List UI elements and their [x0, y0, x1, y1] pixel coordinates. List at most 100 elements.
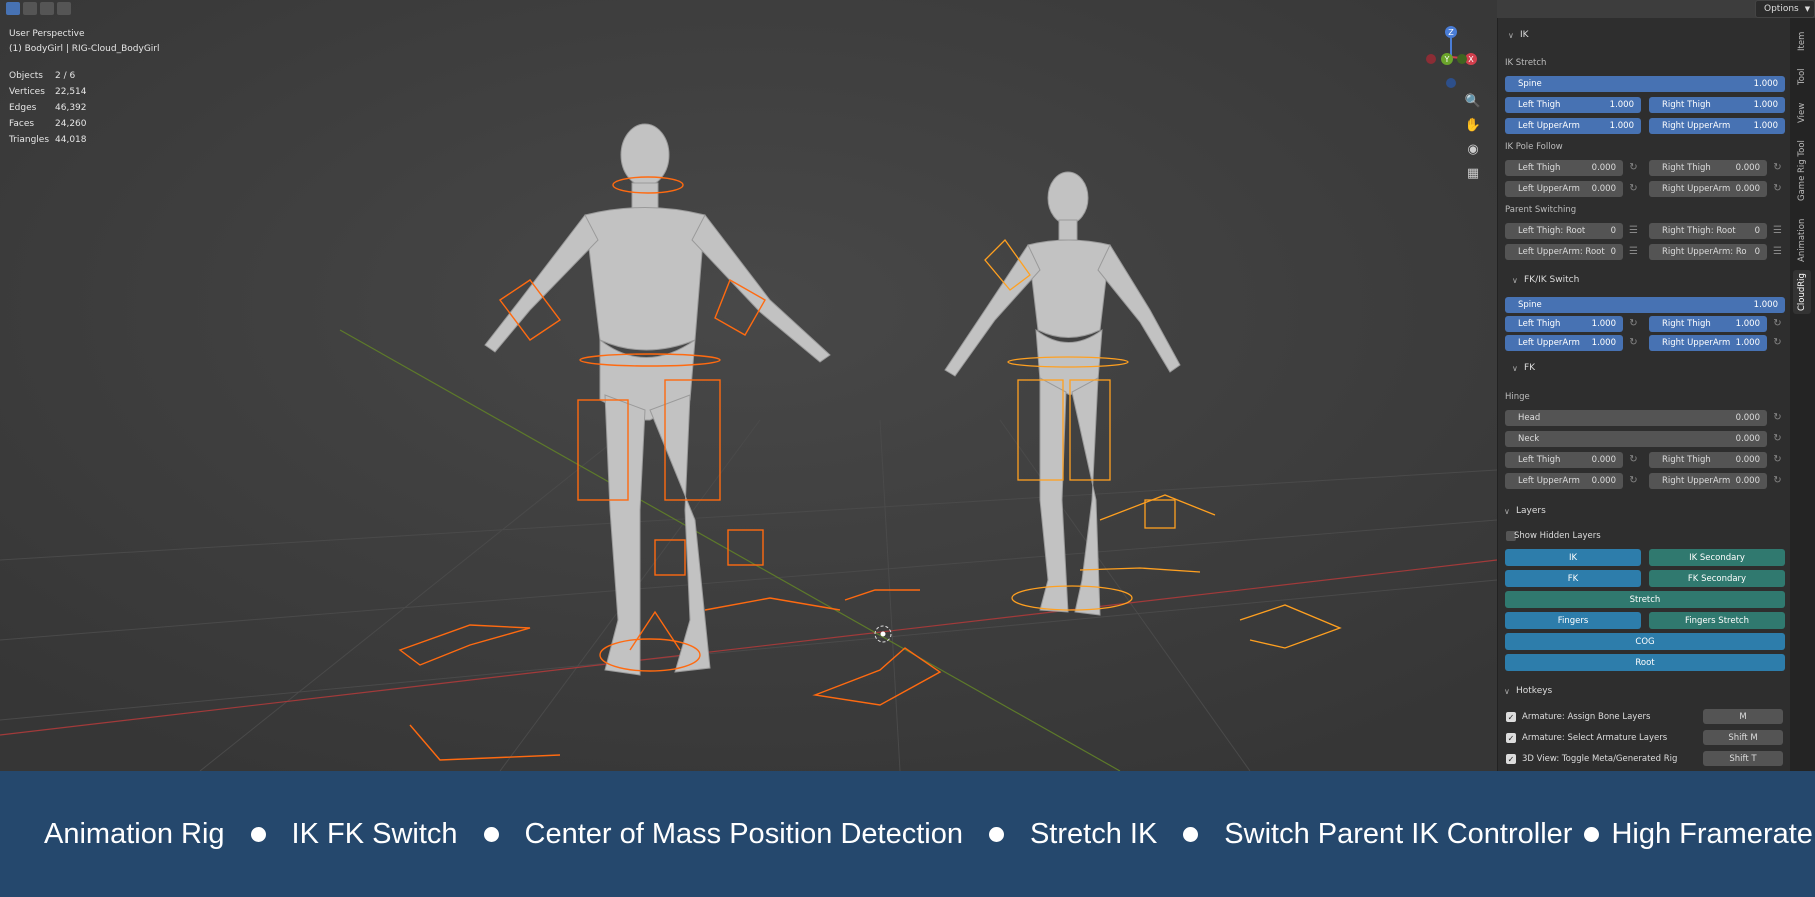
- select-intersect-icon[interactable]: [57, 2, 71, 15]
- 3d-viewport[interactable]: User Perspective (1) BodyGirl | RIG-Clou…: [0, 0, 1497, 771]
- field-value: 1.000: [1753, 79, 1778, 89]
- hotkey-binding[interactable]: Shift M: [1703, 730, 1783, 745]
- gizmo-y-label: Y: [1444, 55, 1450, 64]
- hotkey-checkbox[interactable]: ✓: [1506, 754, 1516, 764]
- tab-game-rig-tool[interactable]: Game Rig Tool: [1793, 132, 1811, 210]
- ik-stretch-left-upperarm-slider[interactable]: Left UpperArm 1.000: [1505, 118, 1641, 134]
- hinge-right-thigh-slider[interactable]: Right Thigh 0.000: [1649, 452, 1767, 468]
- field-label: Right UpperArm: [1662, 476, 1731, 486]
- layer-fingers-stretch-button[interactable]: Fingers Stretch: [1649, 612, 1785, 629]
- ik-stretch-right-thigh-slider[interactable]: Right Thigh 1.000: [1649, 97, 1785, 113]
- hotkey-binding[interactable]: M: [1703, 709, 1783, 724]
- layer-stretch-button[interactable]: Stretch: [1505, 591, 1785, 608]
- snap-icon[interactable]: ↻: [1771, 453, 1784, 466]
- snap-icon[interactable]: ↻: [1771, 411, 1784, 424]
- hinge-left-upperarm-slider[interactable]: Left UpperArm 0.000: [1505, 473, 1623, 489]
- pole-left-upperarm-slider[interactable]: Left UpperArm 0.000: [1505, 181, 1623, 197]
- field-label: Left UpperArm: [1518, 121, 1580, 131]
- snap-icon[interactable]: ↻: [1771, 161, 1784, 174]
- layer-cog-button[interactable]: COG: [1505, 633, 1785, 650]
- menu-icon[interactable]: ☰: [1771, 245, 1784, 258]
- chevron-down-icon: ∨: [1512, 363, 1518, 373]
- snap-icon[interactable]: ↻: [1627, 453, 1640, 466]
- parent-left-thigh-field[interactable]: Left Thigh: Root 0: [1505, 223, 1623, 239]
- field-value: 0: [1754, 247, 1760, 257]
- layer-ik-button[interactable]: IK: [1505, 549, 1641, 566]
- pole-left-thigh-slider[interactable]: Left Thigh 0.000: [1505, 160, 1623, 176]
- fkik-left-thigh-slider[interactable]: Left Thigh 1.000: [1505, 316, 1623, 332]
- gizmo-neg-x: [1426, 54, 1436, 64]
- ik-stretch-right-upperarm-slider[interactable]: Right UpperArm 1.000: [1649, 118, 1785, 134]
- field-label: Neck: [1518, 434, 1540, 444]
- tab-view[interactable]: View: [1793, 96, 1811, 130]
- field-value: 0.000: [1591, 184, 1616, 194]
- stat-value: 46,392: [55, 103, 87, 113]
- hotkeys-section-header[interactable]: ∨ Hotkeys: [1504, 683, 1552, 699]
- grid-view-icon[interactable]: ▦: [1462, 162, 1484, 184]
- hotkey-checkbox[interactable]: ✓: [1506, 733, 1516, 743]
- navigation-gizmo[interactable]: Z X Y: [1416, 22, 1486, 92]
- layer-fk-secondary-button[interactable]: FK Secondary: [1649, 570, 1785, 587]
- select-extend-icon[interactable]: [23, 2, 37, 15]
- layers-section-header[interactable]: ∨ Layers: [1504, 503, 1546, 519]
- hinge-neck-slider[interactable]: Neck 0.000: [1505, 431, 1767, 447]
- camera-icon[interactable]: ◉: [1462, 138, 1484, 160]
- hinge-right-upperarm-slider[interactable]: Right UpperArm 0.000: [1649, 473, 1767, 489]
- hotkey-binding[interactable]: Shift T: [1703, 751, 1783, 766]
- select-mode-toolbar[interactable]: [6, 2, 71, 15]
- pan-hand-icon[interactable]: ✋: [1462, 114, 1484, 136]
- layer-root-button[interactable]: Root: [1505, 654, 1785, 671]
- snap-icon[interactable]: ↻: [1771, 432, 1784, 445]
- tab-cloudrig[interactable]: CloudRig: [1793, 270, 1811, 314]
- snap-icon[interactable]: ↻: [1627, 474, 1640, 487]
- field-value: 0.000: [1735, 455, 1760, 465]
- parent-left-upperarm-field[interactable]: Left UpperArm: Root 0: [1505, 244, 1623, 260]
- tab-item[interactable]: Item: [1793, 24, 1811, 58]
- select-new-icon[interactable]: [6, 2, 20, 15]
- gizmo-neg-y: [1457, 54, 1467, 64]
- fkik-right-upperarm-slider[interactable]: Right UpperArm 1.000: [1649, 335, 1767, 351]
- menu-icon[interactable]: ☰: [1627, 245, 1640, 258]
- snap-icon[interactable]: ↻: [1627, 317, 1640, 330]
- snap-icon[interactable]: ↻: [1771, 336, 1784, 349]
- fkik-right-thigh-slider[interactable]: Right Thigh 1.000: [1649, 316, 1767, 332]
- layer-ik-secondary-button[interactable]: IK Secondary: [1649, 549, 1785, 566]
- hotkey-checkbox[interactable]: ✓: [1506, 712, 1516, 722]
- ik-stretch-left-thigh-slider[interactable]: Left Thigh 1.000: [1505, 97, 1641, 113]
- parent-right-thigh-field[interactable]: Right Thigh: Root 0: [1649, 223, 1767, 239]
- field-label: Spine: [1518, 79, 1542, 89]
- snap-icon[interactable]: ↻: [1771, 182, 1784, 195]
- zoom-icon[interactable]: 🔍: [1462, 90, 1484, 112]
- fkik-left-upperarm-slider[interactable]: Left UpperArm 1.000: [1505, 335, 1623, 351]
- pole-right-upperarm-slider[interactable]: Right UpperArm 0.000: [1649, 181, 1767, 197]
- field-value: 0.000: [1591, 455, 1616, 465]
- hinge-head-slider[interactable]: Head 0.000: [1505, 410, 1767, 426]
- snap-icon[interactable]: ↻: [1627, 182, 1640, 195]
- snap-icon[interactable]: ↻: [1771, 317, 1784, 330]
- tab-tool[interactable]: Tool: [1793, 60, 1811, 94]
- ik-stretch-spine-slider[interactable]: Spine 1.000: [1505, 76, 1785, 92]
- parent-right-upperarm-field[interactable]: Right UpperArm: Ro 0: [1649, 244, 1767, 260]
- snap-icon[interactable]: ↻: [1627, 161, 1640, 174]
- layer-fingers-button[interactable]: Fingers: [1505, 612, 1641, 629]
- snap-icon[interactable]: ↻: [1771, 474, 1784, 487]
- options-dropdown[interactable]: Options ▼: [1755, 0, 1815, 18]
- pole-right-thigh-slider[interactable]: Right Thigh 0.000: [1649, 160, 1767, 176]
- menu-icon[interactable]: ☰: [1771, 224, 1784, 237]
- hinge-left-thigh-slider[interactable]: Left Thigh 0.000: [1505, 452, 1623, 468]
- field-value: 0.000: [1591, 163, 1616, 173]
- fk-section-header[interactable]: ∨ FK: [1512, 360, 1535, 376]
- gizmo-z-label: Z: [1448, 28, 1454, 37]
- select-subtract-icon[interactable]: [40, 2, 54, 15]
- bullet-icon: [988, 826, 1004, 842]
- fkik-spine-slider[interactable]: Spine 1.000: [1505, 297, 1785, 313]
- hotkey-label: Armature: Assign Bone Layers: [1522, 712, 1651, 722]
- layer-fk-button[interactable]: FK: [1505, 570, 1641, 587]
- ik-section-header[interactable]: ∨ IK: [1508, 27, 1529, 43]
- field-value: 0.000: [1735, 413, 1760, 423]
- snap-icon[interactable]: ↻: [1627, 336, 1640, 349]
- tab-animation[interactable]: Animation: [1793, 212, 1811, 268]
- fkik-section-header[interactable]: ∨ FK/IK Switch: [1512, 272, 1579, 288]
- feature-banner: Animation Rig IK FK Switch Center of Mas…: [0, 771, 1815, 897]
- menu-icon[interactable]: ☰: [1627, 224, 1640, 237]
